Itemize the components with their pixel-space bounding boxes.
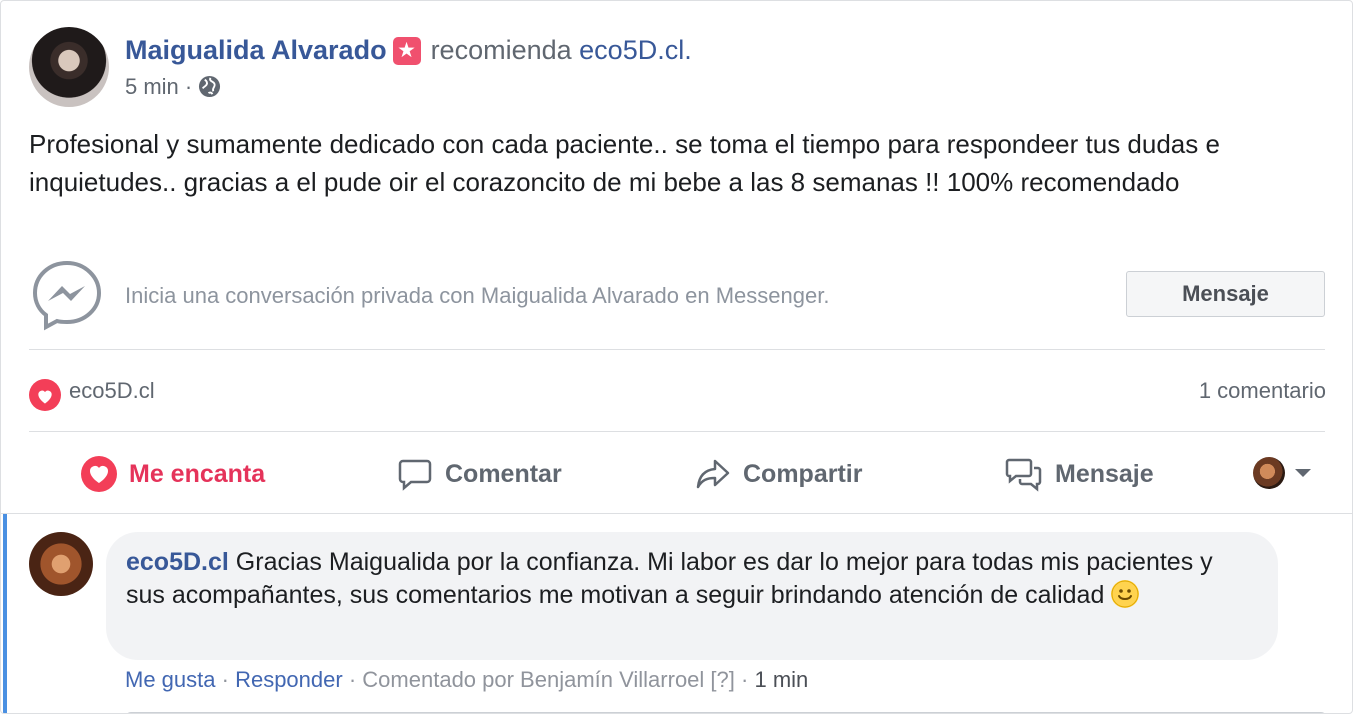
comment-text: Gracias Maigualida por la confianza. Mi …: [126, 548, 1213, 609]
share-label: Compartir: [743, 459, 863, 488]
post-body: Profesional y sumamente dedicado con cad…: [29, 129, 1220, 197]
recommends-text: recomienda: [430, 35, 572, 65]
post-card: Maigualida Alvarado ★ recomienda eco5D.cl.…: [0, 0, 1353, 714]
post-meta: 5 min ·: [125, 71, 221, 107]
comments-section: eco5D.cl Gracias Maigualida por la confi…: [1, 513, 1352, 713]
love-label: Me encanta: [129, 459, 266, 488]
share-icon: [696, 459, 730, 489]
message-button[interactable]: Mensaje: [1005, 453, 1154, 495]
author-avatar[interactable]: [29, 27, 109, 107]
comment-content: eco5D.cl Gracias Maigualida por la confi…: [126, 546, 1256, 612]
comment-bubble: eco5D.cl Gracias Maigualida por la confi…: [106, 532, 1278, 660]
love-button[interactable]: Me encanta: [81, 453, 265, 495]
chat-bubbles-icon: [1005, 458, 1042, 492]
reaction-page-name: eco5D.cl: [69, 378, 155, 403]
comment-sep: ·: [221, 667, 229, 692]
page-avatar: [1253, 457, 1285, 489]
messenger-message-button[interactable]: Mensaje: [1126, 271, 1325, 317]
commented-by-text: Comentado por Benjamín Villarroel: [362, 667, 705, 692]
star-icon: ★: [392, 37, 421, 65]
reactions-summary[interactable]: eco5D.cl: [29, 375, 155, 411]
comment-count-link[interactable]: 1 comentario: [1199, 375, 1326, 407]
caret-down-icon: [1295, 469, 1311, 477]
audience-selector[interactable]: [1253, 457, 1313, 489]
heart-icon: [81, 456, 117, 492]
post-header: Maigualida Alvarado ★ recomienda eco5D.cl.: [125, 31, 692, 69]
comment-label: Comentar: [445, 459, 562, 488]
comment-button[interactable]: Comentar: [397, 453, 562, 495]
message-label: Mensaje: [1055, 459, 1154, 488]
divider: [29, 431, 1325, 432]
commenter-avatar[interactable]: [29, 532, 93, 596]
divider: [29, 349, 1325, 350]
recommended-page-link[interactable]: eco5D.cl.: [579, 35, 692, 65]
author-name[interactable]: Maigualida Alvarado: [125, 35, 387, 65]
post-timestamp[interactable]: 5 min: [125, 74, 179, 99]
help-link[interactable]: [?]: [710, 667, 734, 692]
comment-like-link[interactable]: Me gusta: [125, 667, 216, 692]
meta-separator: ·: [184, 74, 193, 99]
commenter-name[interactable]: eco5D.cl: [126, 548, 229, 576]
globe-icon: [198, 75, 221, 107]
slightly-smiling-face-icon: [1111, 580, 1140, 608]
comment-sep: ·: [741, 667, 749, 692]
comment-icon: [398, 459, 432, 491]
messenger-icon: [31, 259, 103, 336]
highlight-bar: [3, 514, 7, 713]
heart-reaction-icon: [29, 379, 61, 411]
share-button[interactable]: Compartir: [695, 453, 862, 495]
comment-timestamp[interactable]: 1 min: [754, 667, 808, 692]
comment-sep: ·: [348, 667, 357, 692]
messenger-prompt: Inicia una conversación privada con Maig…: [125, 283, 830, 308]
comment-reply-link[interactable]: Responder: [235, 667, 343, 692]
comment-actions: Me gusta · Responder · Comentado por Ben…: [125, 665, 808, 695]
